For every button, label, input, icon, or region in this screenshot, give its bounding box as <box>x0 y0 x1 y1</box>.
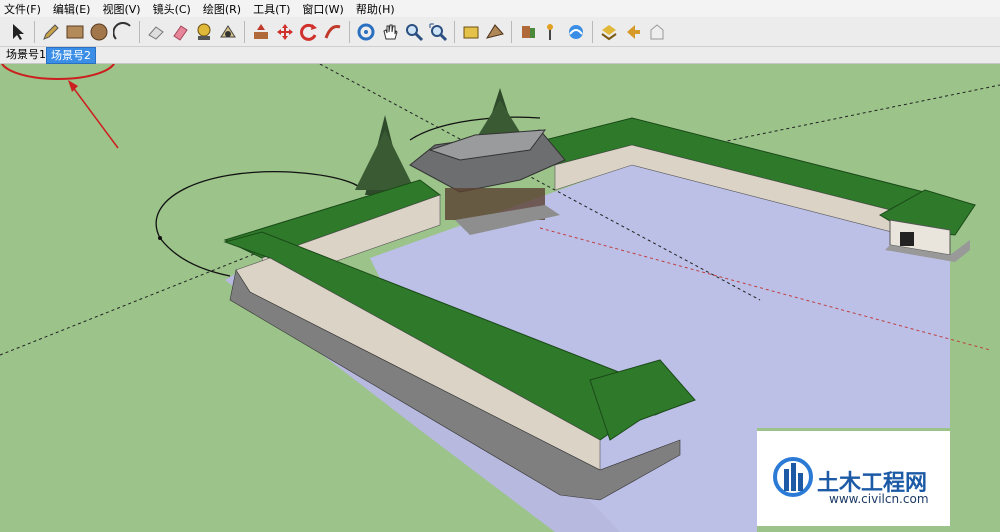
circle-icon[interactable] <box>88 21 110 43</box>
menu-camera[interactable]: 镜头(C) <box>147 1 197 17</box>
position-camera-icon[interactable] <box>484 21 506 43</box>
menu-file[interactable]: 文件(F) <box>0 1 47 17</box>
watermark-url: www.civilcn.com <box>829 492 929 506</box>
next-view-icon[interactable] <box>646 21 668 43</box>
protractor-icon[interactable] <box>217 21 239 43</box>
select-icon[interactable] <box>7 21 29 43</box>
scene-tab-2-active[interactable]: 场景号2 <box>46 47 96 64</box>
toolbar-separator <box>592 20 593 43</box>
dimension-icon[interactable] <box>565 21 587 43</box>
section-plane-icon[interactable] <box>517 21 539 43</box>
menu-draw[interactable]: 绘图(R) <box>197 1 247 17</box>
scene-tabs-bar: 场景号1 场景号2 <box>0 47 1000 64</box>
menu-edit[interactable]: 编辑(E) <box>47 1 97 17</box>
orbit-icon[interactable] <box>355 21 377 43</box>
watermark-box: 土木工程网 www.civilcn.com <box>757 431 950 526</box>
tape-measure-icon[interactable] <box>193 21 215 43</box>
zoom-extents-icon[interactable] <box>427 21 449 43</box>
eraser-icon[interactable] <box>145 21 167 43</box>
previous-view-icon[interactable] <box>622 21 644 43</box>
axes-icon[interactable] <box>541 21 563 43</box>
menu-help[interactable]: 帮助(H) <box>350 1 401 17</box>
toolbar-separator <box>244 20 245 43</box>
menu-bar: 文件(F) 编辑(E) 视图(V) 镜头(C) 绘图(R) 工具(T) 窗口(W… <box>0 0 1000 17</box>
scene-tab-1[interactable]: 场景号1 <box>2 47 50 62</box>
toolbar-separator <box>34 20 35 43</box>
orbit-point <box>158 236 162 240</box>
pencil-icon[interactable] <box>40 21 62 43</box>
rotate-icon[interactable] <box>298 21 320 43</box>
civilcn-logo-icon <box>773 457 813 497</box>
walk-icon[interactable] <box>460 21 482 43</box>
toolbar-separator <box>454 20 455 43</box>
push-pull-icon[interactable] <box>250 21 272 43</box>
move-icon[interactable] <box>274 21 296 43</box>
text-icon[interactable] <box>598 21 620 43</box>
menu-view[interactable]: 视图(V) <box>96 1 146 17</box>
toolbar-separator <box>139 20 140 43</box>
follow-me-icon[interactable] <box>322 21 344 43</box>
rectangle-icon[interactable] <box>64 21 86 43</box>
menu-window[interactable]: 窗口(W) <box>296 1 349 17</box>
menu-tools[interactable]: 工具(T) <box>247 1 296 17</box>
zoom-icon[interactable] <box>403 21 425 43</box>
pan-icon[interactable] <box>379 21 401 43</box>
toolbar-separator <box>349 20 350 43</box>
arc-icon[interactable] <box>112 21 134 43</box>
toolbar-separator <box>511 20 512 43</box>
pavilion-door <box>900 232 914 246</box>
paint-icon[interactable] <box>169 21 191 43</box>
main-toolbar <box>0 17 1000 47</box>
